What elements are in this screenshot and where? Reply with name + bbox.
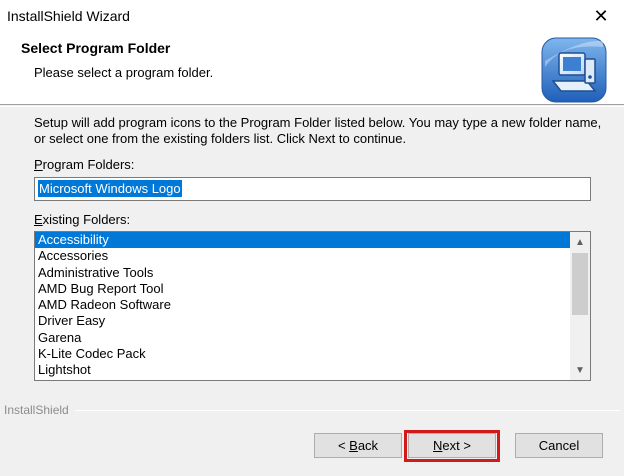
- brand-separator: InstallShield: [4, 403, 620, 417]
- brand-rule: [4, 410, 620, 411]
- back-button[interactable]: < Back: [314, 433, 402, 458]
- cancel-label: Cancel: [538, 438, 580, 453]
- program-folder-input[interactable]: Microsoft Windows Logo: [34, 177, 591, 201]
- list-item[interactable]: Accessories: [35, 248, 572, 264]
- next-button-highlight: [404, 430, 500, 462]
- list-item[interactable]: Lightshot: [35, 362, 572, 378]
- cancel-button[interactable]: Cancel: [515, 433, 603, 458]
- close-icon: ✕: [593, 6, 609, 26]
- existing-folders-list[interactable]: Accessibility Accessories Administrative T…: [34, 231, 591, 381]
- scroll-down-button[interactable]: ▼: [570, 360, 590, 380]
- header-divider: [0, 106, 624, 107]
- folder-items: Accessibility Accessories Administrative T…: [35, 232, 572, 379]
- list-scrollbar[interactable]: ▲ ▼: [570, 232, 590, 380]
- program-folders-label-text: rogram Folders:: [42, 157, 135, 172]
- existing-folders-label: Existing Folders:: [34, 212, 130, 227]
- wizard-header: Select Program Folder Please select a pr…: [0, 33, 624, 105]
- window-title: InstallShield Wizard: [7, 8, 130, 24]
- chevron-down-icon: ▼: [575, 364, 585, 376]
- list-item[interactable]: AMD Bug Report Tool: [35, 281, 572, 297]
- brand-label: InstallShield: [4, 403, 75, 417]
- page-title: Select Program Folder: [21, 40, 171, 56]
- list-item[interactable]: AMD Radeon Software: [35, 297, 572, 313]
- list-item[interactable]: K-Lite Codec Pack: [35, 346, 572, 362]
- computer-setup-icon: [541, 37, 607, 103]
- existing-folders-mnemonic: E: [34, 212, 43, 227]
- scroll-up-button[interactable]: ▲: [570, 232, 590, 252]
- scroll-thumb[interactable]: [572, 253, 588, 315]
- program-folders-mnemonic: P: [34, 157, 43, 172]
- back-prefix: <: [337, 438, 350, 453]
- list-item[interactable]: Administrative Tools: [35, 265, 572, 281]
- close-button[interactable]: ✕: [578, 0, 624, 33]
- list-item[interactable]: Driver Easy: [35, 313, 572, 329]
- chevron-up-icon: ▲: [575, 236, 585, 248]
- program-folders-label: Program Folders:: [34, 157, 134, 172]
- program-folder-value: Microsoft Windows Logo: [38, 180, 182, 197]
- instructions-text: Setup will add program icons to the Prog…: [34, 115, 602, 146]
- list-item[interactable]: Accessibility: [35, 232, 572, 249]
- existing-folders-label-text: xisting Folders:: [42, 212, 131, 227]
- title-bar: InstallShield Wizard ✕: [0, 0, 624, 33]
- back-mnemonic: B: [349, 438, 358, 453]
- list-item[interactable]: Garena: [35, 330, 572, 346]
- page-subtitle: Please select a program folder.: [34, 65, 214, 80]
- back-label: ack: [357, 438, 379, 453]
